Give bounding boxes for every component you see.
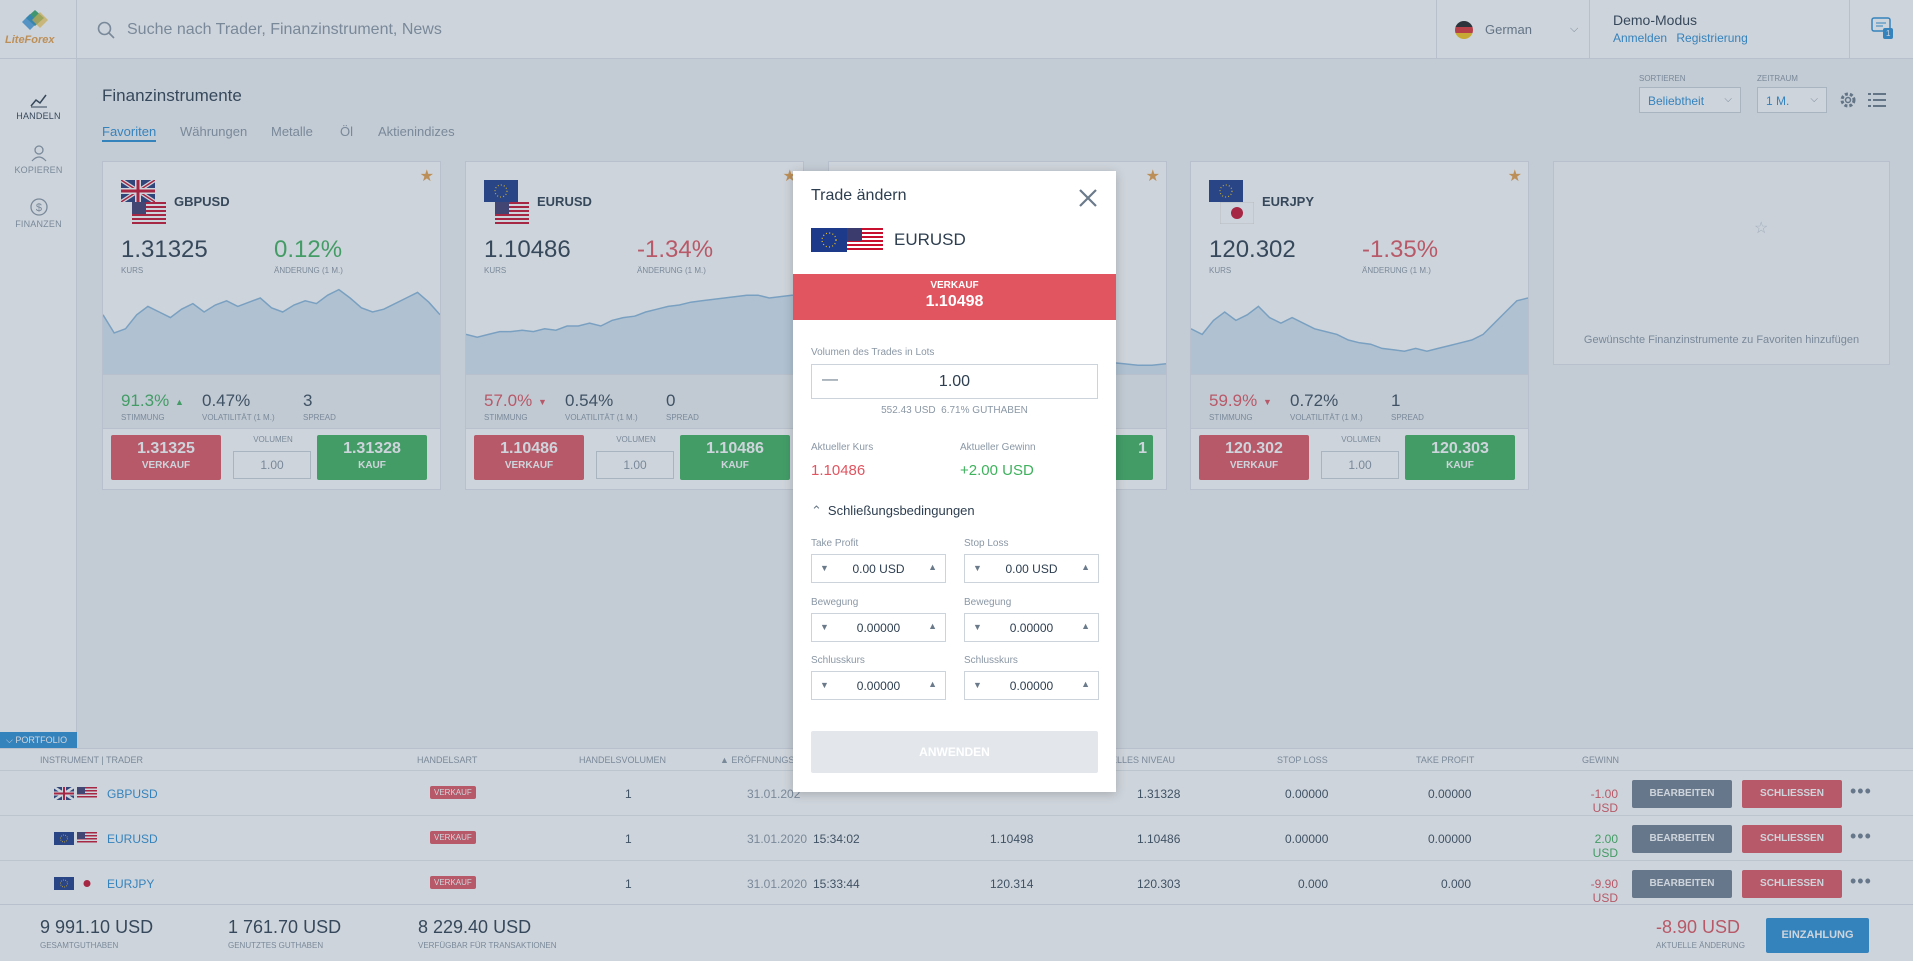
chevron-up-icon: ⌃ (811, 503, 822, 518)
tp-close-rate-label: Schlusskurs (811, 655, 865, 666)
take-profit-stepper[interactable]: ▼ 0.00 USD ▲ (811, 554, 946, 583)
sl-close-rate-value: 0.00000 (1009, 679, 1054, 693)
increment-icon[interactable]: ▲ (1081, 621, 1090, 631)
tp-movement-value: 0.00000 (856, 621, 901, 635)
sl-close-rate-label: Schlusskurs (964, 655, 1018, 666)
us-flag-icon (847, 228, 883, 252)
decrement-icon[interactable]: ▼ (973, 680, 982, 690)
side-label: VERKAUF (930, 280, 979, 291)
volume-label: Volumen des Trades in Lots (811, 347, 935, 358)
decrement-icon[interactable]: ▼ (820, 680, 829, 690)
current-rate: 1.10486 (811, 462, 866, 479)
increment-icon[interactable]: ▲ (928, 621, 937, 631)
volume-hint: 552.43 USD 6.71% GUTHABEN (881, 405, 1028, 416)
close-conditions-toggle[interactable]: ⌃ Schließungsbedingungen (811, 503, 975, 519)
apply-button[interactable]: ANWENDEN (811, 731, 1098, 773)
decrement-icon[interactable]: ▼ (820, 563, 829, 573)
decrement-icon[interactable]: ▼ (973, 622, 982, 632)
side-banner: VERKAUF 1.10498 (793, 274, 1116, 320)
tp-movement-label: Bewegung (811, 597, 859, 608)
eu-flag-icon (811, 228, 847, 252)
trade-edit-dialog: Trade ändern EURUSD VERKAUF 1.10498 Volu… (793, 171, 1116, 792)
current-profit-label: Aktueller Gewinn (960, 442, 1036, 453)
close-conditions-label: Schließungsbedingungen (827, 503, 975, 518)
stop-loss-stepper[interactable]: ▼ 0.00 USD ▲ (964, 554, 1099, 583)
take-profit-label: Take Profit (811, 538, 859, 549)
volume-input[interactable]: — 1.00 (811, 364, 1098, 399)
tp-close-rate-value: 0.00000 (856, 679, 901, 693)
increment-icon[interactable]: ▲ (1081, 679, 1090, 689)
current-profit: +2.00 USD (960, 462, 1034, 479)
dialog-title: Trade ändern (811, 187, 907, 204)
take-profit-value: 0.00 USD (852, 562, 905, 576)
dialog-symbol: EURUSD (894, 230, 966, 249)
increment-icon[interactable]: ▲ (928, 562, 937, 572)
sl-movement-value: 0.00000 (1009, 621, 1054, 635)
volume-value: 1.00 (938, 373, 971, 390)
tp-movement-stepper[interactable]: ▼ 0.00000 ▲ (811, 613, 946, 642)
side-price: 1.10498 (925, 293, 984, 310)
current-rate-label: Aktueller Kurs (811, 442, 874, 453)
sl-close-rate-stepper[interactable]: ▼ 0.00000 ▲ (964, 671, 1099, 700)
increment-icon[interactable]: ▲ (1081, 562, 1090, 572)
increment-icon[interactable]: ▲ (928, 679, 937, 689)
decrement-icon[interactable]: ▼ (820, 622, 829, 632)
stop-loss-label: Stop Loss (964, 538, 1009, 549)
tp-close-rate-stepper[interactable]: ▼ 0.00000 ▲ (811, 671, 946, 700)
decrement-icon[interactable]: ▼ (973, 563, 982, 573)
stop-loss-value: 0.00 USD (1005, 562, 1058, 576)
sl-movement-stepper[interactable]: ▼ 0.00000 ▲ (964, 613, 1099, 642)
close-icon[interactable] (1078, 188, 1098, 208)
sl-movement-label: Bewegung (964, 597, 1012, 608)
